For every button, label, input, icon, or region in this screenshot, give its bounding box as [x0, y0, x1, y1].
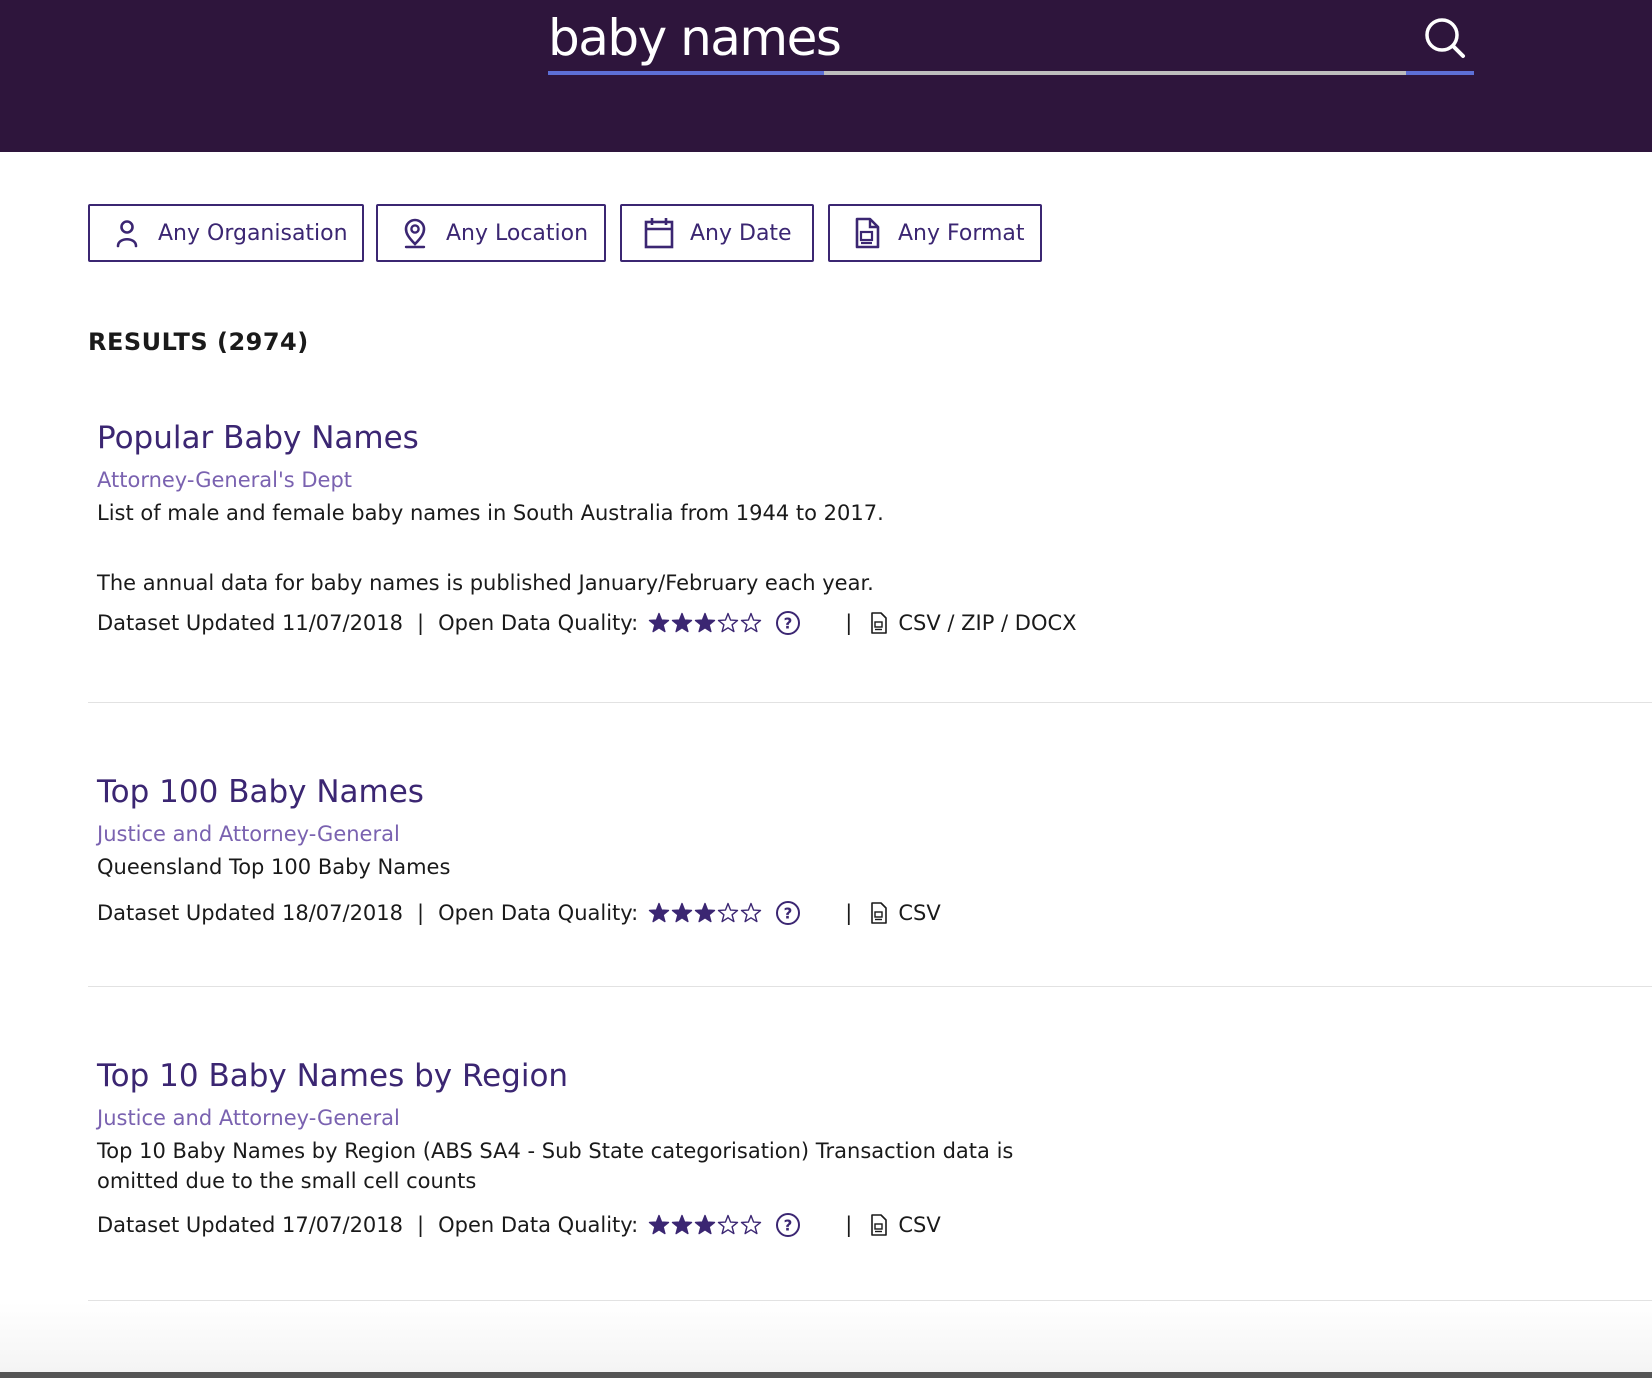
result-item: Top 10 Baby Names by Region Justice and …: [97, 1058, 1497, 1240]
dataset-updated: Dataset Updated 18/07/2018: [97, 901, 404, 925]
star-empty-icon: [741, 902, 762, 923]
result-item: Popular Baby Names Attorney-General's De…: [97, 420, 1497, 638]
meta-separator: |: [417, 611, 425, 635]
file-format-icon: [870, 1214, 888, 1236]
search-bar: [548, 0, 1474, 78]
result-title-link[interactable]: Top 100 Baby Names: [97, 774, 1497, 810]
svg-text:?: ?: [784, 905, 793, 923]
result-description-line: The annual data for baby names is publis…: [97, 571, 874, 595]
quality-label: Open Data Quality:: [438, 1213, 639, 1237]
result-description-line: List of male and female baby names in So…: [97, 501, 884, 525]
result-description-line: omitted due to the small cell counts: [97, 1169, 477, 1193]
meta-separator: |: [417, 901, 425, 925]
result-divider: [88, 1300, 1652, 1301]
star-filled-icon: [649, 902, 670, 923]
search-button[interactable]: [1406, 8, 1474, 68]
dataset-updated: Dataset Updated 11/07/2018: [97, 611, 404, 635]
star-empty-icon: [741, 1214, 762, 1235]
search-underline-accent-right: [1406, 71, 1474, 75]
quality-stars: [648, 1214, 763, 1236]
result-title-link[interactable]: Popular Baby Names: [97, 420, 1497, 456]
file-formats: CSV: [898, 901, 941, 925]
meta-separator: |: [845, 1213, 853, 1237]
result-description-line: Top 10 Baby Names by Region (ABS SA4 - S…: [97, 1139, 1014, 1163]
star-empty-icon: [741, 612, 762, 633]
dataset-updated: Dataset Updated 17/07/2018: [97, 1213, 404, 1237]
filter-date-label: Any Date: [690, 220, 792, 246]
calendar-icon: [644, 217, 674, 249]
location-pin-icon: [400, 217, 430, 249]
star-filled-icon: [672, 1214, 693, 1235]
filter-format-button[interactable]: Any Format: [828, 204, 1042, 262]
star-filled-icon: [649, 612, 670, 633]
page-bottom-fade: [0, 1302, 1652, 1378]
result-organisation-link[interactable]: Justice and Attorney-General: [97, 822, 1497, 846]
result-meta: Dataset Updated 18/07/2018 | Open Data Q…: [97, 898, 1497, 928]
quality-label: Open Data Quality:: [438, 901, 639, 925]
meta-separator: |: [417, 1213, 425, 1237]
quality-stars: [648, 612, 763, 634]
filter-location-button[interactable]: Any Location: [376, 204, 606, 262]
help-icon[interactable]: ?: [775, 1212, 801, 1238]
search-icon: [1425, 18, 1465, 58]
star-empty-icon: [718, 1214, 739, 1235]
star-filled-icon: [649, 1214, 670, 1235]
star-filled-icon: [695, 612, 716, 633]
result-divider: [88, 702, 1652, 703]
result-divider: [88, 986, 1652, 987]
result-meta: Dataset Updated 17/07/2018 | Open Data Q…: [97, 1210, 1497, 1240]
file-format-icon: [870, 902, 888, 924]
filter-organisation-label: Any Organisation: [158, 220, 348, 246]
result-item: Top 100 Baby Names Justice and Attorney-…: [97, 774, 1497, 928]
star-empty-icon: [718, 902, 739, 923]
svg-text:?: ?: [784, 615, 793, 633]
document-icon: [852, 217, 882, 249]
meta-separator: |: [845, 611, 853, 635]
star-filled-icon: [695, 1214, 716, 1235]
quality-label: Open Data Quality:: [438, 611, 639, 635]
result-title-link[interactable]: Top 10 Baby Names by Region: [97, 1058, 1497, 1094]
file-format-icon: [870, 612, 888, 634]
filter-format-label: Any Format: [898, 220, 1025, 246]
star-filled-icon: [672, 902, 693, 923]
user-icon: [112, 217, 142, 249]
star-empty-icon: [718, 612, 739, 633]
search-input[interactable]: [548, 8, 1388, 68]
help-icon[interactable]: ?: [775, 610, 801, 636]
results-count: RESULTS (2974): [88, 328, 309, 356]
filter-location-label: Any Location: [446, 220, 589, 246]
result-description-line: Queensland Top 100 Baby Names: [97, 855, 451, 879]
file-formats: CSV: [898, 1213, 941, 1237]
svg-text:?: ?: [784, 1217, 793, 1235]
result-organisation-link[interactable]: Justice and Attorney-General: [97, 1106, 1497, 1130]
window-bottom-edge: [0, 1372, 1652, 1378]
file-formats: CSV / ZIP / DOCX: [898, 611, 1077, 635]
filter-date-button[interactable]: Any Date: [620, 204, 814, 262]
help-icon[interactable]: ?: [775, 900, 801, 926]
star-filled-icon: [672, 612, 693, 633]
quality-stars: [648, 902, 763, 924]
header-bar: [0, 0, 1652, 152]
result-meta: Dataset Updated 11/07/2018 | Open Data Q…: [97, 608, 1497, 638]
meta-separator: |: [845, 901, 853, 925]
filter-organisation-button[interactable]: Any Organisation: [88, 204, 364, 262]
star-filled-icon: [695, 902, 716, 923]
search-underline-accent: [548, 71, 824, 75]
result-organisation-link[interactable]: Attorney-General's Dept: [97, 468, 1497, 492]
